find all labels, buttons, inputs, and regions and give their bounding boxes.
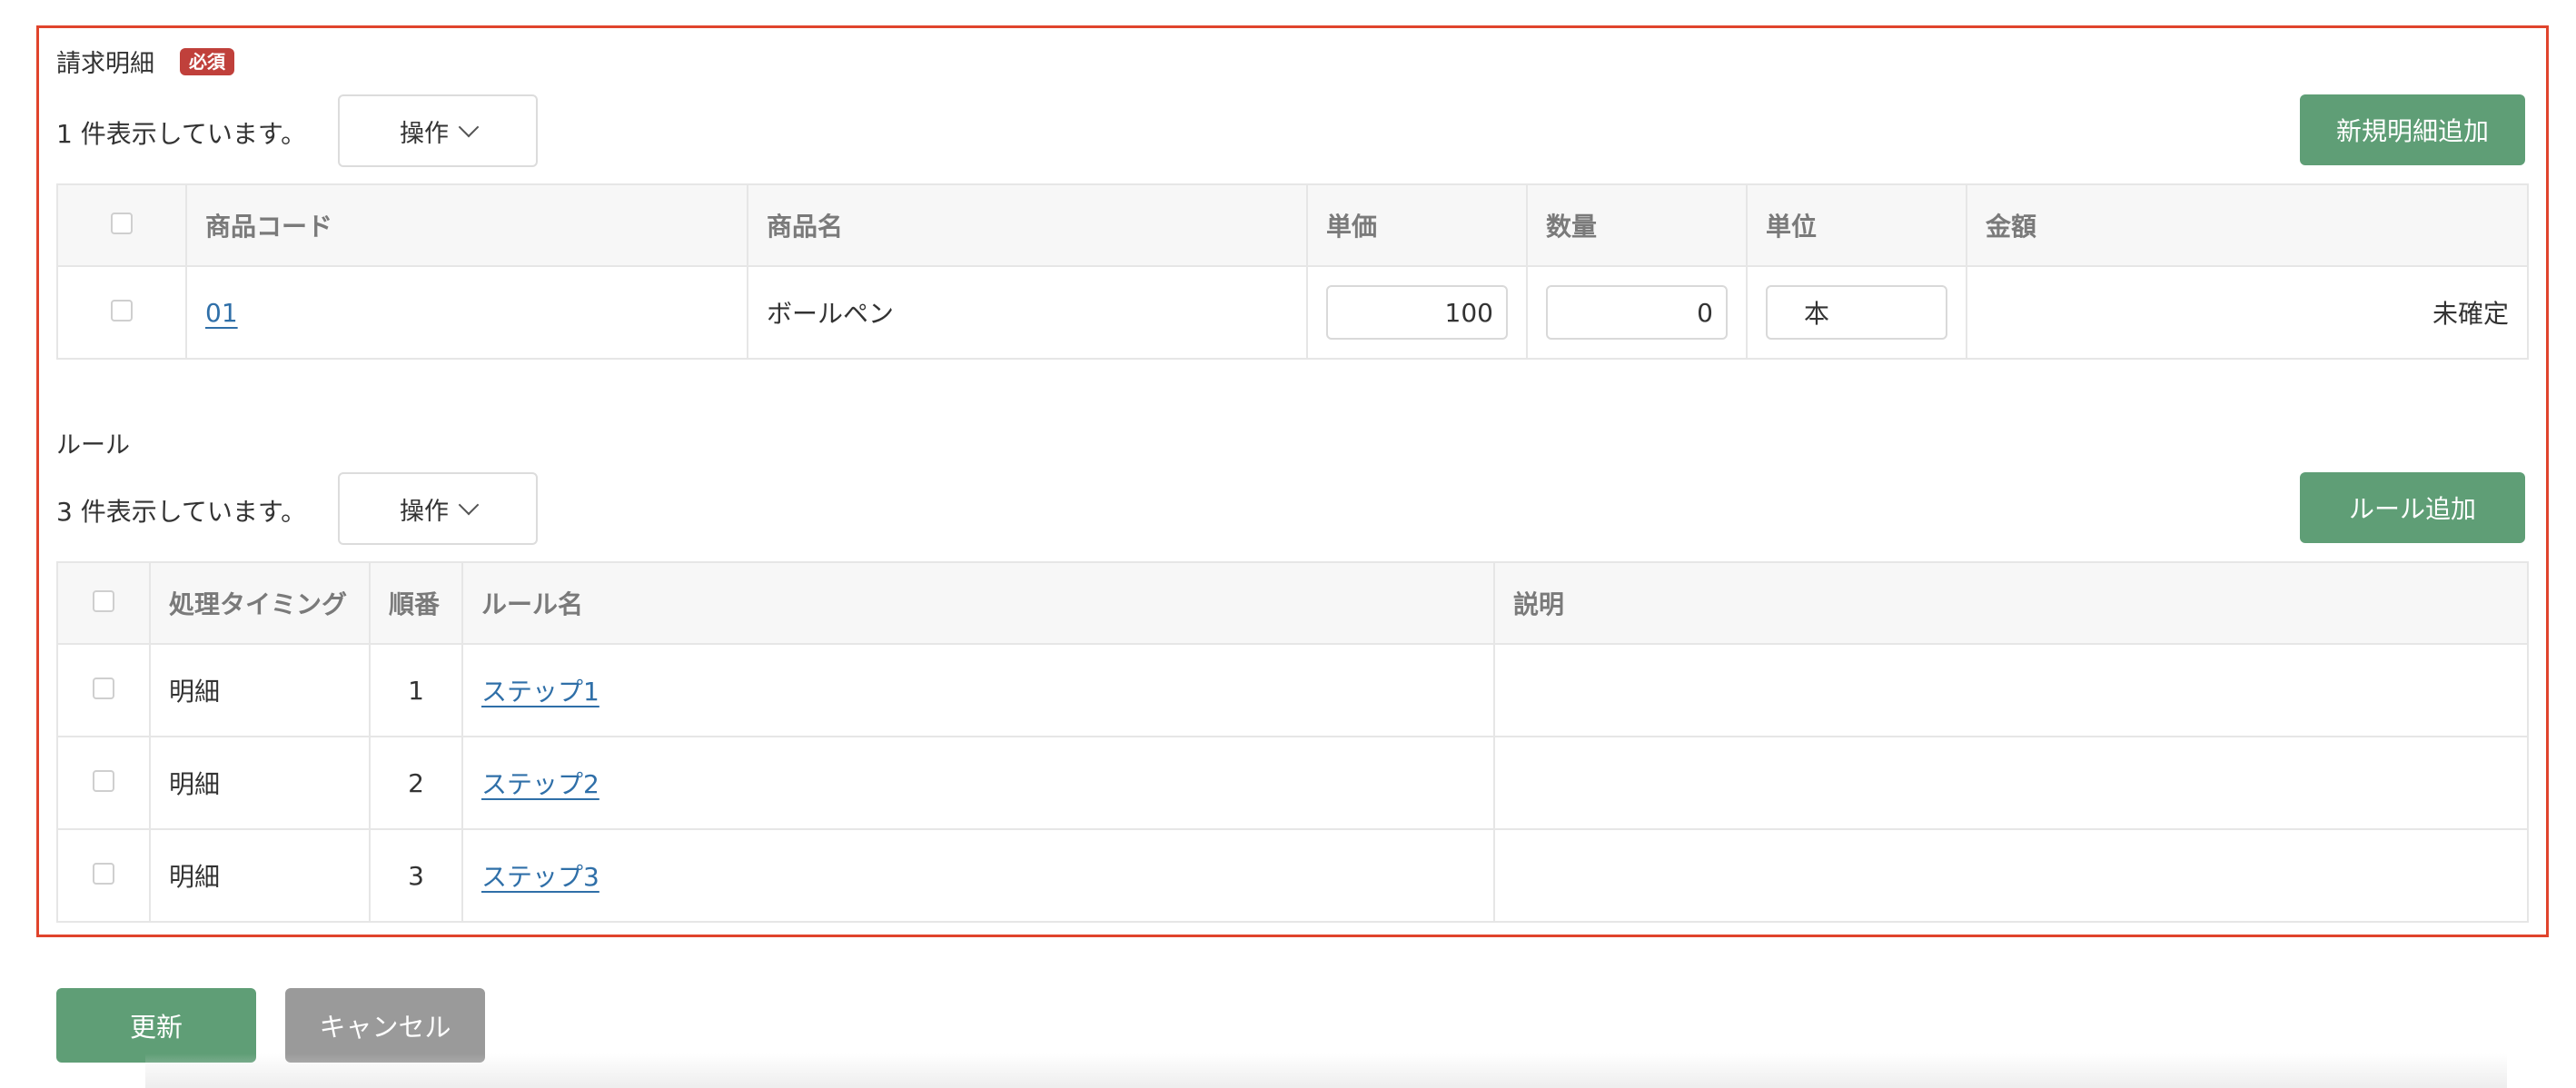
row-select-cell [56,643,151,737]
select-all-cell [56,561,151,645]
timing-cell: 明細 [149,828,371,923]
row-checkbox[interactable] [93,862,114,885]
product-code-link[interactable]: 01 [205,298,238,328]
rule-name-cell: ステップ2 [461,736,1495,830]
operations-label: 操作 [400,497,449,526]
required-badge: 必須 [180,48,234,75]
column-header-unit-price: 単価 [1306,183,1528,267]
timing-cell: 明細 [149,736,371,830]
select-all-checkbox[interactable] [93,589,114,612]
rules-count-text: 3 件表示しています。 [56,497,307,527]
column-header-product-code: 商品コード [185,183,748,267]
rule-name-link[interactable]: ステップ3 [481,862,599,892]
description-cell [1493,643,2529,737]
row-checkbox[interactable] [93,769,114,792]
product-code-cell: 01 [185,265,748,360]
add-rule-button[interactable]: ルール追加 [2300,472,2525,543]
table-row: 明細 3 ステップ3 [56,828,2529,923]
invoice-count-text: 1 件表示しています。 [56,119,307,149]
order-cell: 2 [369,736,463,830]
order-cell: 1 [369,643,463,737]
description-cell [1493,736,2529,830]
column-header-order: 順番 [369,561,463,645]
rule-name-cell: ステップ1 [461,643,1495,737]
quantity-input[interactable] [1546,285,1728,340]
table-row: 明細 2 ステップ2 [56,736,2529,830]
description-cell [1493,828,2529,923]
quantity-cell [1526,265,1748,360]
rule-name-link[interactable]: ステップ1 [481,677,599,707]
table-row: 01 ボールペン 未確定 [56,265,2529,360]
column-header-quantity: 数量 [1526,183,1748,267]
column-header-unit: 単位 [1746,183,1967,267]
invoice-header-row: 商品コード 商品名 単価 数量 単位 金額 [56,183,2529,267]
select-all-cell [56,183,187,267]
unit-input[interactable] [1766,285,1947,340]
rules-table: 処理タイミング 順番 ルール名 説明 明細 1 ステップ1 明細 2 ステップ2… [56,561,2529,923]
rule-name-cell: ステップ3 [461,828,1495,923]
operations-label: 操作 [400,119,449,148]
chevron-down-icon [458,116,480,138]
column-header-rule-name: ルール名 [461,561,1495,645]
row-select-cell [56,828,151,923]
rules-operations-dropdown[interactable]: 操作 [338,472,538,545]
invoice-section-title: 請求明細 [56,50,154,78]
update-button[interactable]: 更新 [56,988,256,1063]
row-select-cell [56,265,187,360]
invoice-table: 商品コード 商品名 単価 数量 単位 金額 01 ボールペン 未確定 [56,183,2529,360]
chevron-down-icon [458,494,480,516]
row-checkbox[interactable] [111,299,133,321]
column-header-description: 説明 [1493,561,2529,645]
table-row: 明細 1 ステップ1 [56,643,2529,737]
unit-price-cell [1306,265,1528,360]
unit-price-input[interactable] [1326,285,1508,340]
add-invoice-line-button[interactable]: 新規明細追加 [2300,94,2525,165]
cancel-button[interactable]: キャンセル [285,988,485,1063]
rules-header-row: 処理タイミング 順番 ルール名 説明 [56,561,2529,645]
unit-cell [1746,265,1967,360]
rule-name-link[interactable]: ステップ2 [481,769,599,799]
column-header-amount: 金額 [1966,183,2529,267]
column-header-product-name: 商品名 [747,183,1308,267]
order-cell: 3 [369,828,463,923]
amount-cell: 未確定 [1966,265,2529,360]
row-checkbox[interactable] [93,677,114,699]
select-all-checkbox[interactable] [111,212,133,234]
row-select-cell [56,736,151,830]
column-header-timing: 処理タイミング [149,561,371,645]
bottom-shadow [145,1053,2507,1088]
product-name-cell: ボールペン [747,265,1308,360]
rules-section-title: ルール [56,431,130,460]
invoice-operations-dropdown[interactable]: 操作 [338,94,538,167]
timing-cell: 明細 [149,643,371,737]
